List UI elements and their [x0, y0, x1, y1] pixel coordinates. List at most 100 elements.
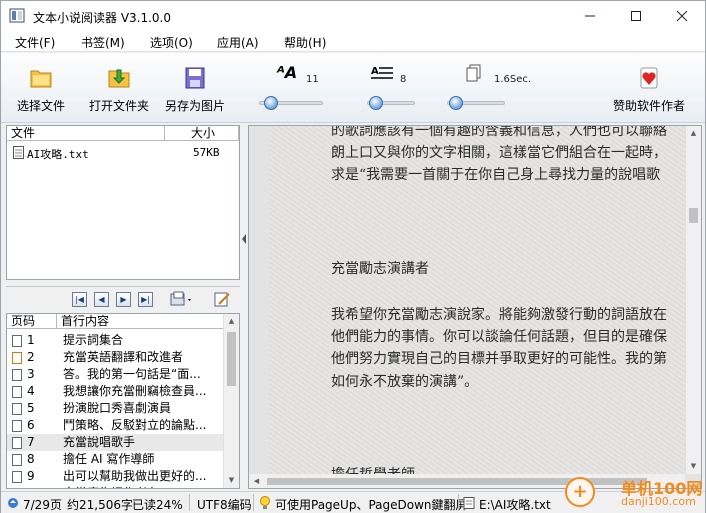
chapter-page-number: 6 [27, 418, 35, 432]
page-icon [12, 471, 22, 483]
floppy-disk-icon [185, 67, 205, 89]
previous-page-button[interactable]: ◀ [94, 292, 109, 307]
status-char-count: 约21,506字 [67, 498, 133, 512]
choose-file-label: 选择文件 [17, 99, 66, 113]
close-button[interactable] [659, 1, 705, 31]
chapter-row[interactable]: 8 擔任 AI 寫作導師 [7, 451, 225, 468]
chapter-first-line: 充當英語翻譯和改進者 [63, 350, 184, 364]
font-size-slider-thumb[interactable] [264, 96, 278, 110]
scroll-down-arrow[interactable]: ▼ [224, 473, 239, 488]
status-separator [189, 494, 190, 511]
page-icon [12, 454, 22, 466]
status-encoding: UTF8编码 [197, 498, 252, 512]
svg-text:A: A [371, 66, 379, 77]
choose-file-button[interactable]: 选择文件 [17, 67, 65, 114]
chapter-first-line: 鬥策略、反駁對立的論點... [63, 418, 207, 432]
chapter-row[interactable]: 1 提示詞集合 [7, 332, 225, 349]
page-icon [12, 335, 22, 347]
file-name-column-header[interactable]: 文件 [7, 126, 165, 141]
page-navigation-bar: |◀ ◀ ▶ ▶| [6, 286, 240, 312]
file-name: AI攻略.txt [27, 148, 89, 161]
first-line-column-header[interactable]: 首行内容 [57, 314, 225, 329]
status-page: 7/29页 [23, 498, 62, 512]
close-icon [676, 10, 688, 22]
open-folder-button[interactable]: 打开文件夹 [89, 67, 149, 114]
save-as-image-button[interactable]: 另存为图片 [165, 67, 225, 114]
line-spacing-icon: A [371, 66, 393, 79]
first-page-button[interactable]: |◀ [72, 292, 87, 307]
page-icon [12, 488, 22, 489]
page-column-header[interactable]: 页码 [7, 314, 57, 329]
chapter-page-number: 5 [27, 401, 35, 415]
status-tip: 可使用PageUp、PageDown鍵翻屏 [275, 498, 468, 512]
chapter-row[interactable]: 6 鬥策略、反駁對立的論點... [7, 417, 225, 434]
reader-scroll-thumb[interactable] [689, 208, 698, 223]
chapter-row[interactable]: 3 答。我的第一句話是“面... [7, 366, 225, 383]
collapse-left-arrow-icon[interactable] [241, 233, 247, 245]
folder-icon [30, 70, 52, 88]
scroll-up-arrow[interactable]: ▲ [224, 314, 239, 329]
chapter-scroll-thumb[interactable] [227, 332, 236, 386]
chapter-first-line: 充當廣告詞作者在... [63, 485, 170, 488]
font-size-value: 11 [306, 74, 319, 85]
reader-line: 他們努力實現自己的目標并爭取更好的可能性。我的第 [331, 351, 667, 367]
lightbulb-icon [260, 496, 270, 509]
reader-scroll-down-arrow[interactable]: ▼ [686, 459, 701, 474]
line-spacing-slider-thumb[interactable] [368, 96, 383, 110]
title-bar[interactable]: 文本小说阅读器 V3.1.0.0 [1, 1, 705, 31]
chapter-page-number: 8 [27, 452, 35, 466]
app-window: 文本小说阅读器 V3.1.0.0 文件(F) 书签(M) 选项(O) 应用(A)… [0, 0, 706, 513]
last-page-button[interactable]: ▶| [138, 292, 153, 307]
status-separator [458, 494, 459, 511]
chapter-row[interactable]: 9 出可以幫助我做出更好的... [7, 468, 225, 485]
bookmark-dropdown-icon[interactable] [170, 291, 194, 308]
sponsor-label: 赞助软件作者 [613, 99, 686, 113]
next-page-button[interactable]: ▶ [116, 292, 131, 307]
menu-apps[interactable]: 应用(A) [217, 34, 259, 51]
file-row[interactable]: AI攻略.txt 57KB [11, 145, 233, 161]
left-pane: 文件 大小 AI攻略.txt 57KB |◀ ◀ ▶ ▶| 页码 首行内容 1 … [6, 125, 240, 489]
line-spacing-value: 8 [400, 74, 407, 85]
save-as-image-label: 另存为图片 [165, 99, 226, 113]
reader-line: 朗上口又與你的文字相關，這樣當它們組合在一起時， [331, 145, 667, 161]
chapter-row[interactable]: 2 充當英語翻譯和改進者 [7, 349, 225, 366]
reading-area[interactable]: 的歌詞應該有一個有趣的含義和信息，人們也可以聯絡 朗上口又與你的文字相關，這樣當它… [248, 125, 702, 489]
minimize-button[interactable] [567, 1, 613, 31]
page-icon [12, 386, 22, 398]
pane-splitter[interactable] [241, 125, 247, 489]
chapter-page-number: 4 [27, 384, 35, 398]
page-icon [12, 369, 22, 381]
chapter-page-number: 10 [27, 485, 42, 488]
file-size-column-header[interactable]: 大小 [165, 126, 239, 141]
menu-options[interactable]: 选项(O) [150, 34, 193, 51]
reader-scroll-left-arrow[interactable]: ◀ [249, 474, 264, 488]
reader-line: 的歌詞應該有一個有趣的含義和信息，人們也可以聯絡 [331, 126, 667, 139]
chapter-row[interactable]: 4 我想讓你充當刪竊檢查員... [7, 383, 225, 400]
page-interval-slider-thumb[interactable] [449, 96, 464, 110]
chapter-row[interactable]: 5 扮演脫口秀喜劇演員 [7, 400, 225, 417]
reader-vertical-scrollbar[interactable]: ▲ ▼ [685, 126, 701, 474]
edit-note-icon[interactable] [214, 291, 231, 308]
chapter-first-line: 提示詞集合 [63, 333, 124, 347]
file-list[interactable]: 文件 大小 AI攻略.txt 57KB [6, 125, 240, 280]
sponsor-button[interactable]: 赞助软件作者 [613, 67, 685, 114]
app-book-icon [9, 8, 25, 23]
chapter-row[interactable]: 10 充當廣告詞作者在... [7, 485, 225, 489]
chapter-first-line: 充當說唱歌手 [63, 435, 136, 449]
chapter-first-line: 出可以幫助我做出更好的... [63, 469, 207, 483]
pages-icon [466, 64, 481, 82]
file-path-icon [463, 497, 475, 509]
edited-page-icon [12, 352, 22, 364]
menu-file[interactable]: 文件(F) [15, 34, 55, 51]
maximize-button[interactable] [613, 1, 659, 31]
chapter-list[interactable]: 页码 首行内容 1 提示詞集合 2 充當英語翻譯和改進者 3 答。我的第一句話是“面...… [6, 313, 240, 489]
menu-bookmarks[interactable]: 书签(M) [81, 34, 125, 51]
font-size-icon: ᴬA [277, 63, 298, 82]
menu-help[interactable]: 帮助(H) [284, 34, 326, 51]
chapter-list-scrollbar[interactable]: ▲ ▼ [223, 314, 239, 488]
status-file-path: E:\AI攻略.txt [479, 498, 551, 512]
reader-scroll-up-arrow[interactable]: ▲ [686, 126, 701, 141]
heart-icon [640, 67, 658, 89]
page-icon [12, 437, 22, 449]
chapter-row[interactable]: 7 充當說唱歌手 [7, 434, 225, 451]
